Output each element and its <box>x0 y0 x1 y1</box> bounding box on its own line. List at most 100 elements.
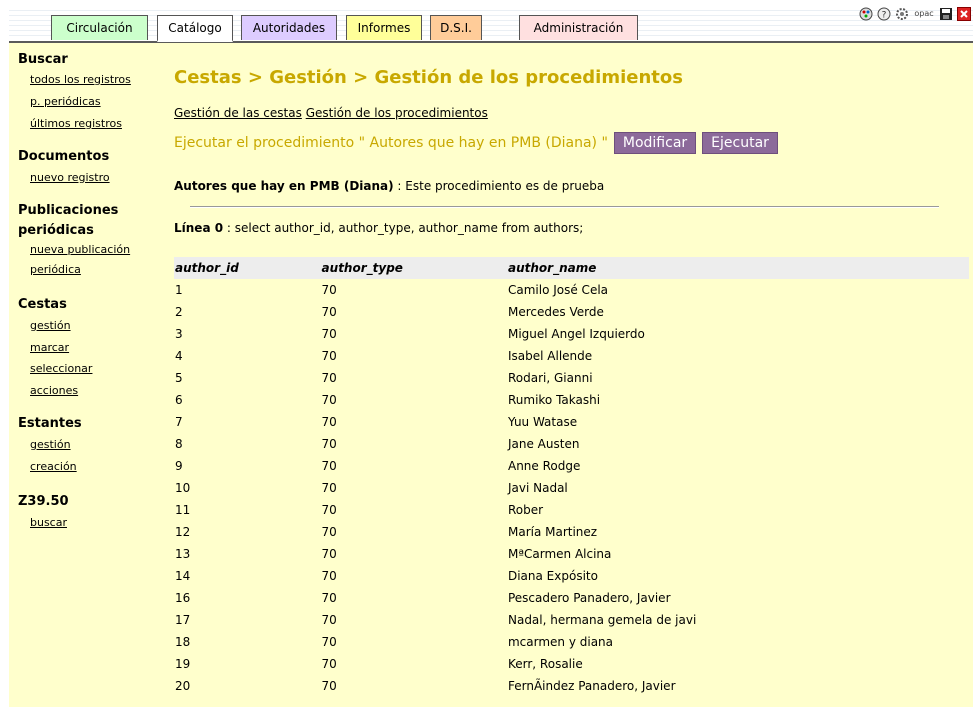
sidebar-link-acciones[interactable]: acciones <box>30 384 78 397</box>
cell-author-type: 70 <box>321 525 337 539</box>
modify-button[interactable]: Modificar <box>613 132 697 154</box>
table-row: 11 70 Rober <box>174 499 969 521</box>
results-body: 1 70 Camilo José Cela 2 70 Mercedes Verde 3 70 M… <box>174 279 969 697</box>
cell-author-type: 70 <box>321 393 337 407</box>
cell-author-type: 70 <box>321 547 337 561</box>
procedure-description: Autores que hay en PMB (Diana) : Este pr… <box>174 179 604 193</box>
tab-circulacion[interactable]: Circulación <box>51 15 148 40</box>
top-icons: ? opac <box>859 7 971 21</box>
query-label: Línea 0 <box>174 221 224 235</box>
cell-author-type: 70 <box>321 569 337 583</box>
column-header-author-name: author_name <box>506 257 969 279</box>
header-background <box>9 6 973 36</box>
cell-author-id: 4 <box>175 349 183 363</box>
cell-author-name: Mercedes Verde <box>507 305 604 319</box>
cell-author-id: 7 <box>175 415 183 429</box>
sidebar-section-buscar: Buscar <box>18 52 68 67</box>
cell-author-id: 19 <box>175 657 191 671</box>
sidebar-link-cestas-gestion[interactable]: gestión <box>30 319 71 332</box>
sidebar-link-periodica[interactable]: periódica <box>30 263 81 276</box>
cell-author-id: 6 <box>175 393 183 407</box>
cell-author-id: 10 <box>175 481 191 495</box>
cell-author-type: 70 <box>321 305 337 319</box>
cell-author-name: Diana Expósito <box>507 569 598 583</box>
table-row: 3 70 Miguel Angel Izquierdo <box>174 323 969 345</box>
gear-icon[interactable] <box>895 7 909 21</box>
cell-author-name: Rober <box>507 503 544 517</box>
table-row: 14 70 Diana Expósito <box>174 565 969 587</box>
sidebar-section-periodicas: periódicas <box>18 223 94 238</box>
cell-author-id: 14 <box>175 569 191 583</box>
table-row: 8 70 Jane Austen <box>174 433 969 455</box>
cell-author-id: 13 <box>175 547 191 561</box>
cell-author-name: Rumiko Takashi <box>507 393 601 407</box>
procedure-comment: : Este procedimiento es de prueba <box>393 179 605 193</box>
cell-author-id: 12 <box>175 525 191 539</box>
execute-procedure-heading: Ejecutar el procedimiento " Autores que … <box>174 132 778 154</box>
cell-author-type: 70 <box>321 679 337 693</box>
tab-administracion[interactable]: Administración <box>519 15 638 40</box>
cell-author-name: MªCarmen Alcina <box>507 547 612 561</box>
table-row: 17 70 Nadal, hermana gemela de javi <box>174 609 969 631</box>
cell-author-id: 2 <box>175 305 183 319</box>
cell-author-type: 70 <box>321 591 337 605</box>
sidebar-link-seleccionar[interactable]: seleccionar <box>30 362 92 375</box>
cell-author-type: 70 <box>321 371 337 385</box>
cell-author-name: Pescadero Panadero, Javier <box>507 591 671 605</box>
opac-icon[interactable]: opac <box>913 7 935 21</box>
sidebar-link-todos-los-registros[interactable]: todos los registros <box>30 73 131 86</box>
tab-informes[interactable]: Informes <box>346 15 422 40</box>
cell-author-type: 70 <box>321 437 337 451</box>
table-row: 16 70 Pescadero Panadero, Javier <box>174 587 969 609</box>
help-icon[interactable]: ? <box>877 7 891 21</box>
column-header-author-type: author_type <box>320 257 507 279</box>
cell-author-name: Isabel Allende <box>507 349 593 363</box>
cell-author-type: 70 <box>321 349 337 363</box>
sidebar-section-publicaciones: Publicaciones <box>18 203 119 218</box>
table-row: 13 70 MªCarmen Alcina <box>174 543 969 565</box>
cell-author-name: Yuu Watase <box>507 415 578 429</box>
cell-author-id: 8 <box>175 437 183 451</box>
sidebar-link-nueva-publicacion[interactable]: nueva publicación <box>30 243 130 256</box>
table-row: 10 70 Javi Nadal <box>174 477 969 499</box>
divider <box>190 206 939 208</box>
table-row: 9 70 Anne Rodge <box>174 455 969 477</box>
cell-author-name: FernÃindez Panadero, Javier <box>507 679 676 693</box>
tab-catalogo[interactable]: Catálogo <box>157 15 233 42</box>
close-icon[interactable] <box>957 7 971 21</box>
sidebar-link-marcar[interactable]: marcar <box>30 341 69 354</box>
execute-button[interactable]: Ejecutar <box>702 132 778 154</box>
table-row: 6 70 Rumiko Takashi <box>174 389 969 411</box>
cell-author-id: 3 <box>175 327 183 341</box>
execute-procedure-text: Ejecutar el procedimiento " Autores que … <box>174 135 608 151</box>
sidebar-link-ultimos-registros[interactable]: últimos registros <box>30 117 122 130</box>
link-gestion-procedimientos[interactable]: Gestión de los procedimientos <box>306 106 488 120</box>
tab-autoridades[interactable]: Autoridades <box>241 15 337 40</box>
table-row: 12 70 María Martinez <box>174 521 969 543</box>
results-table: author_id author_type author_name 1 70 Cam… <box>174 257 969 697</box>
main-content: Cestas > Gestión > Gestión de los proced… <box>163 43 973 707</box>
cell-author-name: Rodari, Gianni <box>507 371 593 385</box>
sidebar-link-z3950-buscar[interactable]: buscar <box>30 516 67 529</box>
link-gestion-cestas[interactable]: Gestión de las cestas <box>174 106 302 120</box>
top-navigation-bar: Circulación Catálogo Autoridades Informe… <box>9 0 973 43</box>
table-row: 19 70 Kerr, Rosalie <box>174 653 969 675</box>
query-text: : select author_id, author_type, author_… <box>223 221 584 235</box>
cell-author-type: 70 <box>321 415 337 429</box>
cell-author-id: 16 <box>175 591 191 605</box>
column-header-author-id: author_id <box>174 257 321 279</box>
sidebar-link-estantes-gestion[interactable]: gestión <box>30 438 71 451</box>
cell-author-type: 70 <box>321 459 337 473</box>
table-row: 4 70 Isabel Allende <box>174 345 969 367</box>
cell-author-name: Kerr, Rosalie <box>507 657 583 671</box>
palette-icon[interactable] <box>859 7 873 21</box>
page-title: Cestas > Gestión > Gestión de los proced… <box>174 67 683 88</box>
sidebar-link-creacion[interactable]: creación <box>30 460 77 473</box>
cell-author-name: mcarmen y diana <box>507 635 614 649</box>
cell-author-type: 70 <box>321 635 337 649</box>
sidebar-link-nuevo-registro[interactable]: nuevo registro <box>30 171 110 184</box>
save-icon[interactable] <box>939 7 953 21</box>
sidebar-link-p-periodicas[interactable]: p. periódicas <box>30 95 101 108</box>
cell-author-type: 70 <box>321 327 337 341</box>
tab-dsi[interactable]: D.S.I. <box>430 15 482 40</box>
